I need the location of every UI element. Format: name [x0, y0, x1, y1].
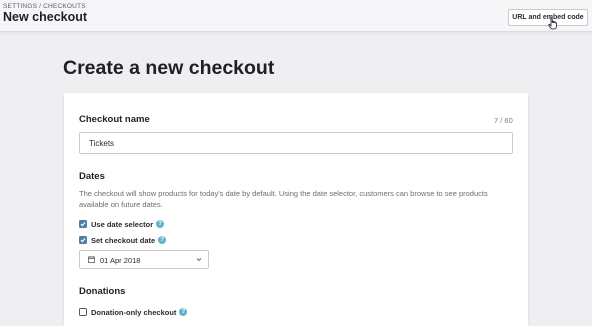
use-date-selector-row[interactable]: Use date selector ? [79, 219, 165, 229]
dates-description: The checkout will show products for toda… [79, 189, 488, 209]
checkout-name-input[interactable] [79, 132, 513, 154]
help-icon[interactable]: ? [179, 308, 188, 316]
set-checkout-date-label[interactable]: Set checkout date [91, 236, 155, 245]
breadcrumb[interactable]: SETTINGS / CHECKOUTS [3, 3, 86, 10]
checkout-name-label: Checkout name [79, 114, 150, 125]
set-checkout-date-row[interactable]: Set checkout date ? [79, 235, 167, 245]
page-header-title: New checkout [3, 10, 88, 24]
help-icon[interactable]: ? [158, 236, 167, 244]
use-date-selector-checkbox[interactable] [79, 220, 87, 228]
chevron-down-icon [196, 258, 202, 262]
use-date-selector-label[interactable]: Use date selector [91, 220, 153, 229]
set-checkout-date-checkbox[interactable] [79, 236, 87, 244]
hand-cursor-icon [548, 17, 557, 30]
donation-only-label[interactable]: Donation-only checkout [91, 308, 176, 317]
top-bar [0, 0, 592, 32]
donations-label: Donations [79, 286, 126, 297]
selected-date: 01 Apr 2018 [100, 256, 141, 265]
donation-only-checkbox[interactable] [79, 308, 87, 316]
character-counter: 7 / 60 [494, 116, 513, 125]
donation-only-row[interactable]: Donation-only checkout ? [79, 307, 188, 317]
calendar-icon [88, 256, 95, 263]
date-picker-select[interactable]: 01 Apr 2018 [79, 250, 209, 269]
checkmark-icon [80, 238, 86, 243]
dates-label: Dates [79, 171, 105, 182]
checkmark-icon [80, 222, 86, 227]
help-icon[interactable]: ? [156, 220, 165, 228]
page-title: Create a new checkout [63, 57, 275, 79]
